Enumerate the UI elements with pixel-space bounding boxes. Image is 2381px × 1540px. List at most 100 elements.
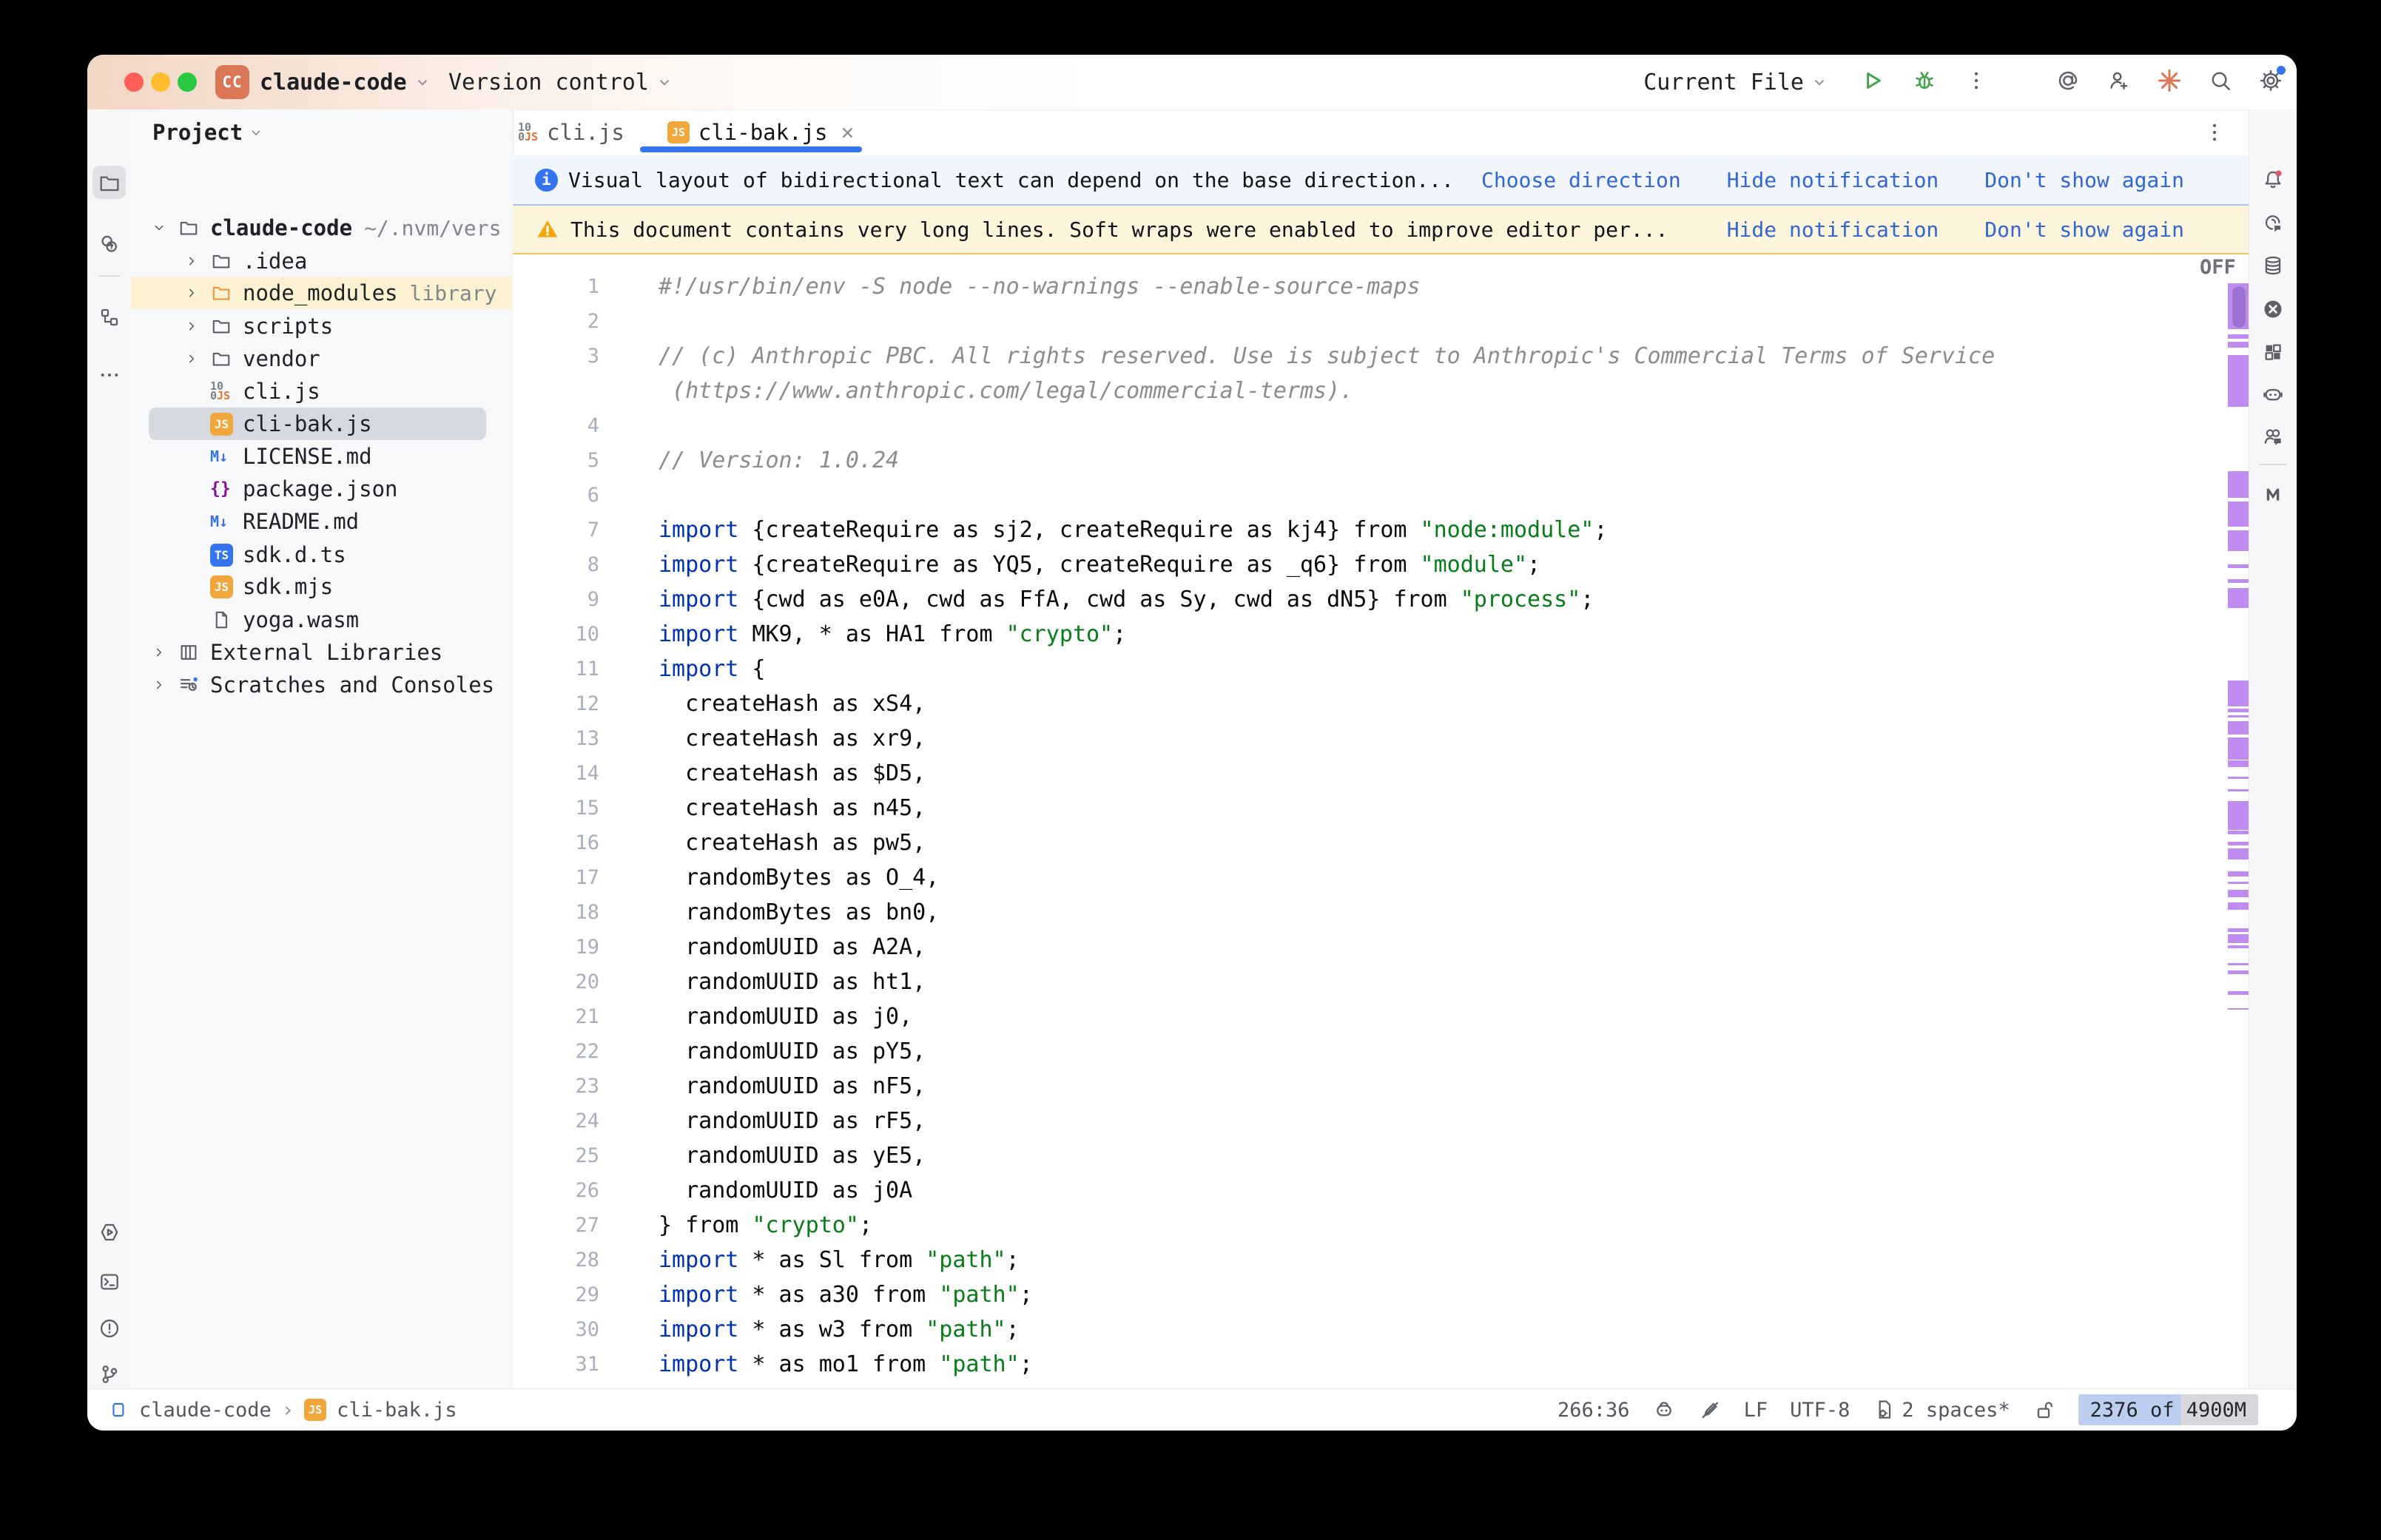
tool-button-more-dots[interactable] <box>92 358 126 391</box>
kebab-button[interactable] <box>1964 68 1989 96</box>
tab-cli-bak-js[interactable]: JS cli-bak.js × <box>667 120 855 146</box>
code-line-23[interactable]: 23 randomUUID as nF5, <box>513 1069 2249 1104</box>
project-selector[interactable]: claude-code <box>260 55 431 109</box>
code-line-22[interactable]: 22 randomUUID as pY5, <box>513 1034 2249 1069</box>
search-button[interactable] <box>2208 68 2233 96</box>
notification-link-hide-notification[interactable]: Hide notification <box>1727 217 1939 242</box>
at-sign-button[interactable] <box>2055 68 2081 96</box>
code-line-wrap[interactable]: (https://www.anthropic.com/legal/commerc… <box>513 374 2249 408</box>
copilot-status-icon[interactable] <box>1652 1398 1676 1422</box>
tree-item-external-libraries[interactable]: External Libraries <box>131 636 513 669</box>
tool-button-git-branch[interactable] <box>92 1357 126 1391</box>
breadcrumb-file[interactable]: cli-bak.js <box>337 1399 457 1422</box>
tool-button-terminal[interactable] <box>92 1265 126 1298</box>
line-separator-widget[interactable]: LF <box>1744 1399 1768 1422</box>
tree-item-sdk-mjs[interactable]: JSsdk.mjs <box>131 570 513 603</box>
code-line-16[interactable]: 16 createHash as pw5, <box>513 825 2249 860</box>
tree-item-yoga-wasm[interactable]: yoga.wasm <box>131 604 513 636</box>
tree-chevron[interactable] <box>151 636 167 669</box>
tool-button-x-circle[interactable] <box>2256 292 2290 326</box>
tree-item-node-modules[interactable]: node_moduleslibrary <box>131 277 513 309</box>
tree-item-scratches-and-consoles[interactable]: Scratches and Consoles <box>131 669 513 701</box>
tree-chevron[interactable] <box>151 212 167 244</box>
tree-item--idea[interactable]: .idea <box>131 245 513 277</box>
code-line-9[interactable]: 9import {cwd as e0A, cwd as FfA, cwd as … <box>513 582 2249 617</box>
code-line-28[interactable]: 28import * as Sl from "path"; <box>513 1243 2249 1277</box>
code-line-5[interactable]: 5// Version: 1.0.24 <box>513 443 2249 478</box>
code-line-31[interactable]: 31import * as mo1 from "path"; <box>513 1347 2249 1382</box>
tool-button-structure[interactable] <box>92 300 126 334</box>
code-line-13[interactable]: 13 createHash as xr9, <box>513 721 2249 756</box>
tab-cli-js[interactable]: 100JS cli.js <box>518 120 624 145</box>
code-line-1[interactable]: 1#!/usr/bin/env -S node --no-warnings --… <box>513 269 2249 304</box>
code-line-24[interactable]: 24 randomUUID as rF5, <box>513 1104 2249 1138</box>
code-line-30[interactable]: 30import * as w3 from "path"; <box>513 1312 2249 1347</box>
bug-button[interactable] <box>1912 68 1937 96</box>
tool-button-database[interactable] <box>2256 249 2290 283</box>
close-window-button[interactable] <box>124 72 144 92</box>
tool-button-circles-question[interactable] <box>92 227 126 260</box>
project-panel-header[interactable]: Project <box>152 114 263 151</box>
code-line-17[interactable]: 17 randomBytes as O_4, <box>513 860 2249 895</box>
code-line-2[interactable]: 2 <box>513 304 2249 339</box>
code-line-18[interactable]: 18 randomBytes as bn0, <box>513 895 2249 930</box>
tree-chevron[interactable] <box>151 669 167 701</box>
tree-chevron[interactable] <box>183 342 200 375</box>
notification-link-hide-notification[interactable]: Hide notification <box>1727 168 1939 192</box>
tool-button-run-hexagon[interactable] <box>92 1215 126 1249</box>
code-line-8[interactable]: 8import {createRequire as YQ5, createReq… <box>513 547 2249 582</box>
breadcrumb-project[interactable]: claude-code <box>139 1399 272 1422</box>
code-line-19[interactable]: 19 randomUUID as A2A, <box>513 930 2249 965</box>
person-add-button[interactable] <box>2106 68 2131 96</box>
encoding-widget[interactable]: UTF-8 <box>1790 1399 1850 1422</box>
code-line-6[interactable]: 6 <box>513 478 2249 513</box>
scrollbar-thumb[interactable] <box>2232 286 2246 328</box>
tool-button-project-folder[interactable] <box>92 166 126 199</box>
highlighting-off-icon[interactable] <box>1698 1398 1722 1422</box>
tree-chevron[interactable] <box>183 277 200 309</box>
tree-item-readme-md[interactable]: M↓README.md <box>131 505 513 538</box>
tree-chevron[interactable] <box>183 245 200 277</box>
tree-item-package-json[interactable]: {}package.json <box>131 473 513 505</box>
code-line-29[interactable]: 29import * as a30 from "path"; <box>513 1277 2249 1312</box>
tool-button-m-plugin[interactable] <box>2256 477 2290 511</box>
code-line-4[interactable]: 4 <box>513 408 2249 443</box>
tree-item-claude-code[interactable]: claude-code~/.nvm/vers <box>131 212 513 244</box>
notification-link-choose-direction[interactable]: Choose direction <box>1481 168 1681 192</box>
code-line-14[interactable]: 14 createHash as $D5, <box>513 756 2249 791</box>
code-line-20[interactable]: 20 randomUUID as ht1, <box>513 965 2249 999</box>
tool-button-pinwheel[interactable] <box>2256 335 2290 369</box>
maximize-window-button[interactable] <box>178 72 197 92</box>
lock-open-icon[interactable] <box>2033 1398 2056 1422</box>
tree-item-sdk-d-ts[interactable]: TSsdk.d.ts <box>131 538 513 571</box>
minimize-window-button[interactable] <box>151 72 170 92</box>
vcs-menu[interactable]: Version control <box>448 55 673 109</box>
code-line-26[interactable]: 26 randomUUID as j0A <box>513 1173 2249 1208</box>
code-line-7[interactable]: 7import {createRequire as sj2, createReq… <box>513 513 2249 547</box>
close-tab-icon[interactable]: × <box>841 120 854 146</box>
code-line-25[interactable]: 25 randomUUID as yE5, <box>513 1138 2249 1173</box>
notification-link-don-t-show-again[interactable]: Don't show again <box>1984 168 2184 192</box>
tree-chevron[interactable] <box>183 310 200 342</box>
code-line-12[interactable]: 12 createHash as xS4, <box>513 686 2249 721</box>
tool-button-code-with-me[interactable] <box>2256 420 2290 454</box>
tree-item-cli-bak-js[interactable]: JScli-bak.js <box>131 408 513 440</box>
burst-button[interactable] <box>2156 67 2183 97</box>
code-line-10[interactable]: 10import MK9, * as HA1 from "crypto"; <box>513 617 2249 652</box>
tab-options-kebab-icon[interactable] <box>2202 120 2227 145</box>
tree-item-vendor[interactable]: vendor <box>131 342 513 375</box>
play-button[interactable] <box>1860 68 1885 96</box>
code-line-27[interactable]: 27} from "crypto"; <box>513 1208 2249 1243</box>
tool-button-ai-chat[interactable] <box>2256 206 2290 240</box>
caret-position[interactable]: 266:36 <box>1557 1399 1630 1422</box>
code-line-11[interactable]: 11import { <box>513 652 2249 686</box>
tree-item-license-md[interactable]: M↓LICENSE.md <box>131 440 513 473</box>
tree-item-scripts[interactable]: scripts <box>131 310 513 342</box>
run-configuration-selector[interactable]: Current File <box>1643 55 1828 109</box>
tool-button-copilot[interactable] <box>2256 377 2290 411</box>
indent-widget[interactable]: 2 spaces* <box>1872 1398 2010 1422</box>
gear-button[interactable] <box>2258 68 2283 96</box>
code-line-21[interactable]: 21 randomUUID as j0, <box>513 999 2249 1034</box>
tree-item-cli-js[interactable]: 100JScli.js <box>131 375 513 408</box>
code-line-15[interactable]: 15 createHash as n45, <box>513 791 2249 825</box>
